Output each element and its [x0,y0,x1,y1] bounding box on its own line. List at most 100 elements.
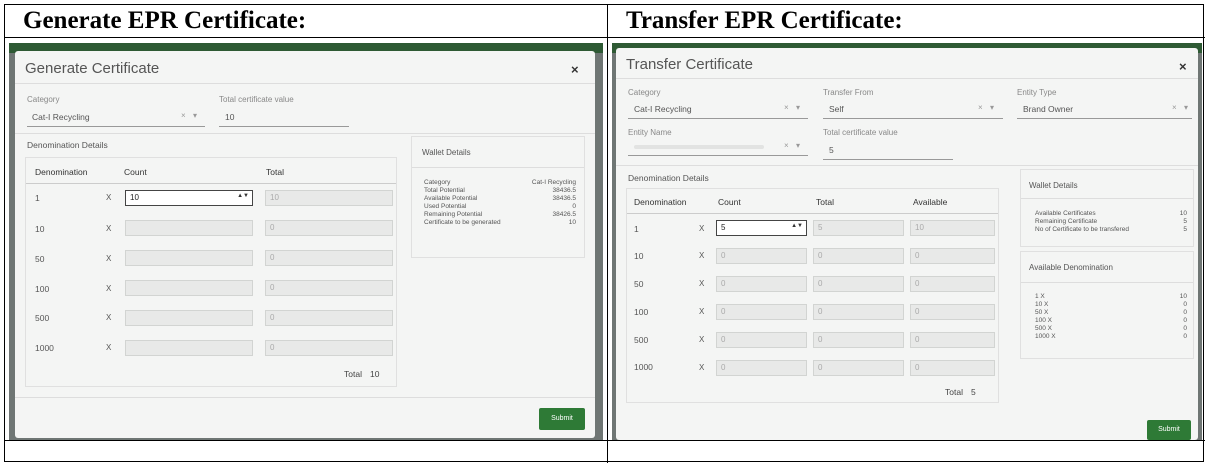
wallet-row-value: Cat-I Recycling [531,179,576,186]
total-value-underline [823,159,953,160]
total-value-underline [219,126,349,127]
chevron-down-icon[interactable]: ▾ [193,111,197,120]
available-row-value: 0 [1183,317,1187,324]
bottom-divider [5,440,1205,441]
row-denomination: 50 [35,254,45,264]
grand-total-label: Total [344,369,362,379]
times-sign: X [106,313,112,322]
wallet-row-label: Used Potential [424,203,467,210]
row-denomination: 1000 [35,343,54,353]
col-available: Available [913,197,948,207]
comparison-table: Generate EPR Certificate: Transfer EPR C… [4,4,1205,463]
grand-total-label: Total [945,387,963,397]
count-input[interactable]: 0 [716,248,807,264]
times-sign: X [106,343,112,352]
header-divider [5,37,1205,38]
transfer-screenshot: Transfer Certificate × Category Cat-I Re… [612,43,1202,440]
row-denomination: 10 [634,251,644,261]
available-divider [1021,282,1193,283]
wallet-row-value: 10 [568,219,576,226]
wallet-row-label: Category [424,179,451,186]
clear-icon[interactable]: × [784,141,789,150]
category-select-value: Cat-I Recycling [634,104,692,114]
transfer-from-select[interactable] [823,118,1003,119]
times-sign: X [699,307,705,316]
wallet-title: Wallet Details [1029,181,1078,190]
times-sign: X [699,363,705,372]
times-sign: X [699,279,705,288]
submit-button[interactable]: Submit [1147,420,1191,440]
count-input[interactable]: 0 [716,304,807,320]
available-row-value: 0 [1183,301,1187,308]
count-input[interactable]: 0 [716,332,807,348]
count-input[interactable]: 5 ▲▼ [716,220,807,236]
chevron-down-icon[interactable]: ▾ [990,103,994,112]
wallet-details-panel: Wallet Details Category Cat-I Recycling … [411,136,585,258]
row-denomination: 500 [634,335,649,345]
modal-title: Generate Certificate [25,60,160,77]
row-denomination: 100 [35,284,50,294]
category-select[interactable] [628,118,808,119]
count-input[interactable] [125,340,253,356]
entity-name-value-redacted [634,145,764,149]
chevron-down-icon[interactable]: ▾ [1184,103,1188,112]
submit-button[interactable]: Submit [539,408,585,430]
section-divider [15,133,595,134]
wallet-row-label: Remaining Potential [424,211,483,218]
section-divider [616,165,1198,166]
total-value-label: Total certificate value [219,95,294,104]
chevron-down-icon[interactable]: ▾ [796,141,800,150]
entity-name-select[interactable] [628,155,808,156]
count-input[interactable] [125,280,253,296]
stepper-icon[interactable]: ▲▼ [237,193,249,199]
count-input[interactable]: 0 [716,360,807,376]
entity-name-label: Entity Name [628,128,672,137]
available-row-value: 0 [1183,333,1187,340]
times-sign: X [106,284,112,293]
entity-type-select[interactable] [1017,118,1192,119]
modal-title: Transfer Certificate [626,56,753,73]
clear-icon[interactable]: × [784,103,789,112]
wallet-row-label: Available Potential [424,195,478,202]
times-sign: X [106,193,112,202]
total-field: 10 [265,190,393,206]
close-icon[interactable]: × [1179,59,1187,74]
times-sign: X [106,254,112,263]
count-input[interactable] [125,220,253,236]
available-row-label: 100 X [1035,317,1052,324]
total-field: 0 [813,276,904,292]
chevron-down-icon[interactable]: ▾ [796,103,800,112]
total-value-input[interactable]: 10 [225,112,234,122]
available-field: 0 [910,332,995,348]
total-field: 0 [265,310,393,326]
wallet-row-value: 38436.5 [552,195,577,202]
wallet-details-panel: Wallet Details Available Certificates 10… [1020,169,1194,247]
close-icon[interactable]: × [571,62,579,77]
col-count: Count [124,167,147,177]
transfer-certificate-modal: Transfer Certificate × Category Cat-I Re… [616,48,1198,440]
denomination-table: Denomination Count Total Available 1 X 5… [626,188,999,403]
wallet-row-label: Available Certificates [1035,210,1096,217]
available-row-label: 10 X [1035,301,1049,308]
col-count: Count [718,197,741,207]
times-sign: X [699,224,705,233]
total-value-input[interactable]: 5 [829,145,834,155]
category-select[interactable] [27,126,205,127]
count-input[interactable] [125,250,253,266]
count-value: 10 [130,193,139,202]
available-field: 0 [910,276,995,292]
stepper-icon[interactable]: ▲▼ [791,223,803,229]
clear-icon[interactable]: × [1172,103,1177,112]
wallet-divider [1021,198,1193,199]
count-input[interactable]: 0 [716,276,807,292]
count-input[interactable] [125,310,253,326]
total-field: 0 [813,332,904,348]
count-input[interactable]: 10 ▲▼ [125,190,253,206]
count-value: 5 [721,223,726,232]
category-label: Category [27,95,60,104]
clear-icon[interactable]: × [978,103,983,112]
footer-divider [15,397,595,398]
clear-icon[interactable]: × [181,111,186,120]
available-field: 0 [910,360,995,376]
total-field: 0 [265,220,393,236]
